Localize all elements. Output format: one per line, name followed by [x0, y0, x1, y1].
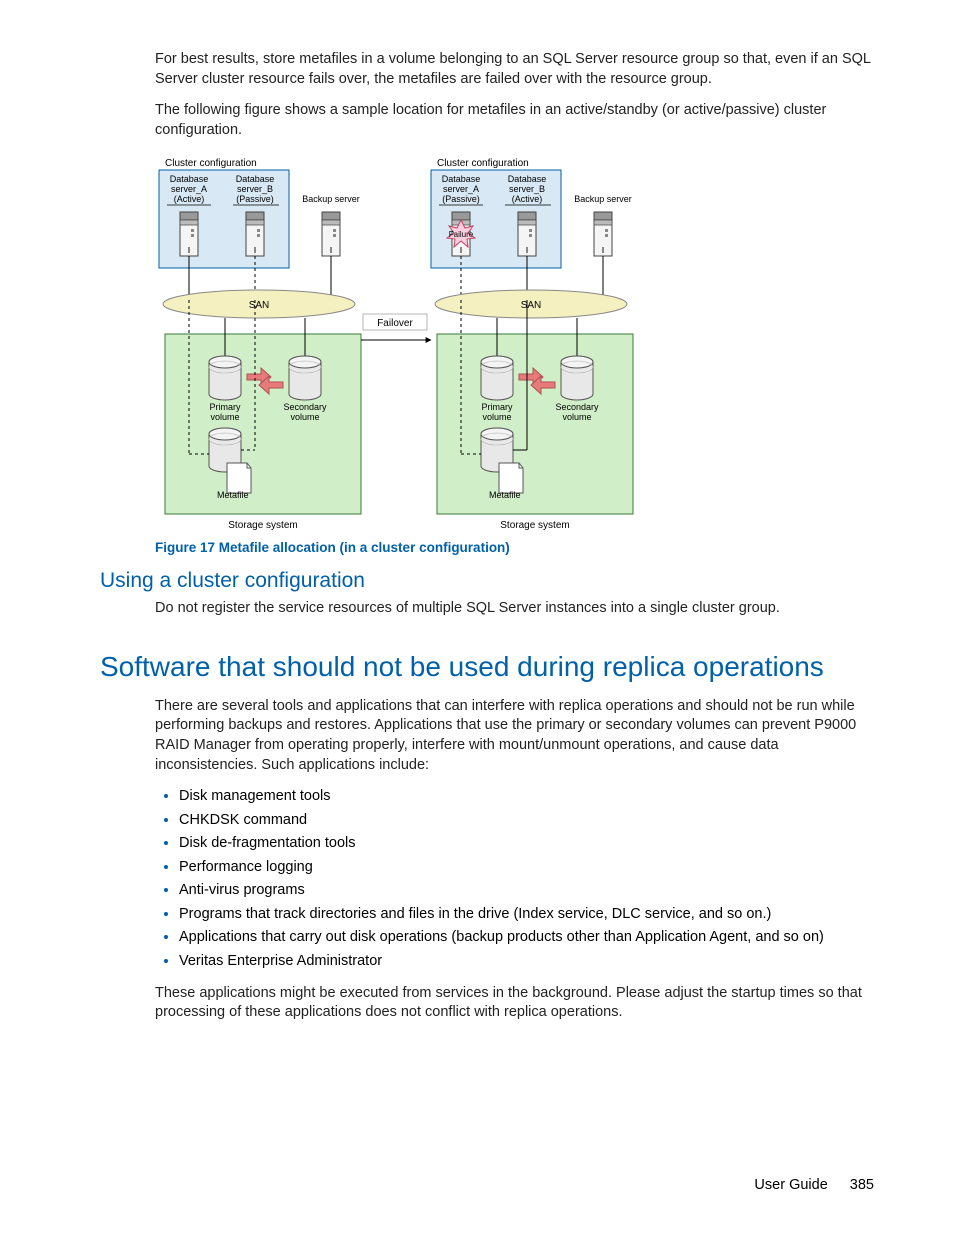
list-item: Programs that track directories and file… — [179, 905, 874, 925]
heading-software-not-used: Software that should not be used during … — [100, 651, 874, 683]
metafile-right-label: Metafile — [489, 490, 521, 500]
failover-label: Failover — [377, 318, 413, 329]
paragraph-4: There are several tools and applications… — [155, 697, 874, 775]
svg-text:Databaseserver_B(Active): Databaseserver_B(Active) — [508, 174, 547, 204]
figure-caption: Figure 17 Metafile allocation (in a clus… — [155, 540, 874, 555]
svg-text:Primaryvolume: Primaryvolume — [210, 402, 241, 422]
secondary-vol-right-icon — [561, 356, 593, 400]
san-right-label: SAN — [521, 300, 542, 311]
svg-text:Databaseserver_B(Passive): Databaseserver_B(Passive) — [236, 174, 275, 204]
list-item: Veritas Enterprise Administrator — [179, 952, 874, 972]
page-footer: User Guide 385 — [754, 1177, 874, 1193]
primary-vol-left-icon — [209, 356, 241, 400]
storage-left-label: Storage system — [228, 520, 297, 531]
secondary-vol-left-icon — [289, 356, 321, 400]
storage-right-label: Storage system — [500, 520, 569, 531]
paragraph-5: These applications might be executed fro… — [155, 984, 874, 1023]
server-a-left-icon — [180, 212, 198, 256]
metafile-doc-left-icon — [227, 463, 251, 493]
list-item: Disk management tools — [179, 787, 874, 807]
backup-right-icon — [594, 212, 612, 256]
diagram-cluster-metafile: Cluster configuration Databaseserver_A(A… — [155, 152, 635, 532]
list-item: Anti-virus programs — [179, 881, 874, 901]
page-number: 385 — [850, 1177, 874, 1193]
heading-cluster-config: Using a cluster configuration — [100, 569, 874, 593]
apps-list: Disk management tools CHKDSK command Dis… — [155, 787, 874, 972]
failure-label: Failure — [449, 230, 474, 239]
san-left-label: SAN — [249, 300, 270, 311]
metafile-left-label: Metafile — [217, 490, 249, 500]
right-title: Cluster configuration — [437, 158, 529, 169]
figure-17: Cluster configuration Databaseserver_A(A… — [155, 152, 874, 532]
primary-vol-right-icon — [481, 356, 513, 400]
paragraph-3: Do not register the service resources of… — [155, 599, 874, 619]
svg-text:Databaseserver_A(Active): Databaseserver_A(Active) — [170, 174, 209, 204]
backup-left-icon — [322, 212, 340, 256]
svg-text:Databaseserver_A(Passive): Databaseserver_A(Passive) — [442, 174, 481, 204]
metafile-doc-right-icon — [499, 463, 523, 493]
server-b-left-icon — [246, 212, 264, 256]
server-b-right-icon — [518, 212, 536, 256]
list-item: Performance logging — [179, 858, 874, 878]
left-title: Cluster configuration — [165, 158, 257, 169]
footer-title: User Guide — [754, 1177, 827, 1193]
list-item: Disk de-fragmentation tools — [179, 834, 874, 854]
list-item: Applications that carry out disk operati… — [179, 928, 874, 948]
paragraph-1: For best results, store metafiles in a v… — [155, 50, 874, 89]
backup-right-label: Backup server — [574, 194, 632, 204]
paragraph-2: The following figure shows a sample loca… — [155, 101, 874, 140]
svg-text:Primaryvolume: Primaryvolume — [482, 402, 513, 422]
backup-left-label: Backup server — [302, 194, 360, 204]
list-item: CHKDSK command — [179, 811, 874, 831]
